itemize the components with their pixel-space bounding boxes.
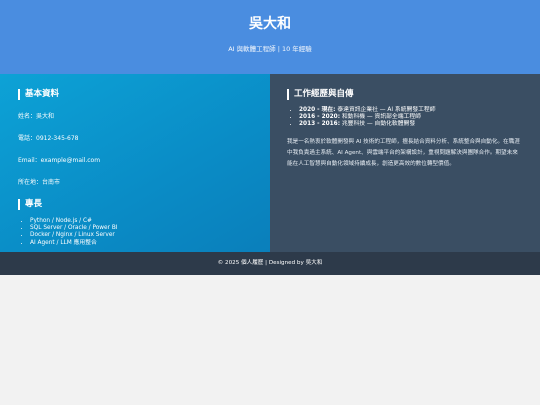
bio-paragraph: 我是一名熱衷於軟體開發與 AI 技術的工程師，擅長結合資料分析、系統整合與自動化… — [287, 138, 520, 167]
basic-info-heading: 基本資料 — [18, 89, 252, 100]
list-item: AI Agent / LLM 應用整合 — [30, 240, 252, 247]
email-line: Email：example@mail.com — [18, 157, 101, 164]
page-header: 吳大和 AI 與軟體工程師 | 10 年經驗 — [0, 0, 540, 74]
experience-heading: 工作經歷與自傳 — [287, 89, 522, 100]
location-line: 所在地：台南市 — [18, 179, 61, 186]
job-description: 泰達資訊企業社 — AI 系統開發工程師 — [337, 107, 436, 113]
phone-line: 電話：0912-345-678 — [18, 135, 79, 142]
list-item: Python / Node.js / C# — [30, 218, 252, 225]
period-label: 2016 - 2020: — [299, 114, 341, 121]
list-item: SQL Server / Oracle / Power BI — [30, 225, 252, 232]
main-content: 基本資料 姓名：吳大和 電話：0912-345-678 Email：exampl… — [0, 74, 540, 252]
page-title: 吳大和 — [249, 16, 291, 32]
name-line: 姓名：吳大和 — [18, 113, 55, 120]
skills-heading: 專長 — [18, 199, 252, 210]
job-description: 和動科機 — 資訊部全端工程師 — [341, 114, 421, 121]
right-panel: 工作經歷與自傳 2020 - 現在: 泰達資訊企業社 — AI 系統開發工程師 … — [270, 74, 540, 252]
skills-list: Python / Node.js / C# SQL Server / Oracl… — [18, 218, 252, 247]
page-footer: © 2025 個人履歷 | Designed by 吳大和 — [0, 252, 540, 275]
page-subtitle: AI 與軟體工程師 | 10 年經驗 — [228, 45, 312, 53]
experience-list: 2020 - 現在: 泰達資訊企業社 — AI 系統開發工程師 2016 - 2… — [287, 107, 522, 129]
period-label: 2020 - 現在: — [299, 107, 336, 113]
footer-text: © 2025 個人履歷 | Designed by 吳大和 — [217, 260, 323, 266]
list-item: Docker / Nginx / Linux Server — [30, 232, 252, 239]
list-item: 2013 - 2016: 兆豐科技 — 自動化軟體開發 — [299, 121, 522, 128]
period-label: 2013 - 2016: — [299, 121, 341, 128]
left-panel: 基本資料 姓名：吳大和 電話：0912-345-678 Email：exampl… — [0, 74, 270, 252]
job-description: 兆豐科技 — 自動化軟體開發 — [341, 121, 416, 128]
